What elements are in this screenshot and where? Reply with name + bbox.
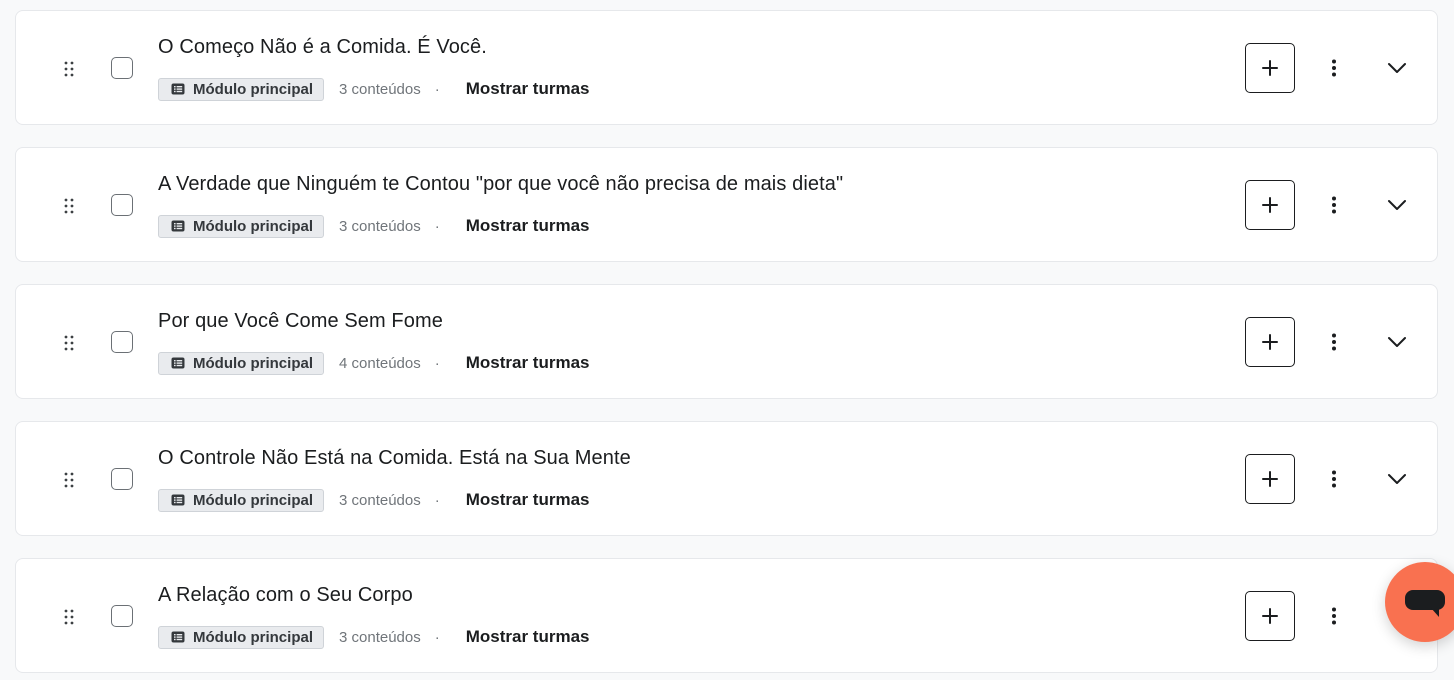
module-title: O Controle Não Está na Comida. Está na S… [158, 447, 631, 469]
module-type-label: Módulo principal [193, 628, 313, 646]
drag-handle-icon[interactable] [62, 608, 76, 626]
module-card-5: A Relação com o Seu Corpo Módulo princip… [15, 558, 1438, 673]
plus-icon [1262, 197, 1278, 213]
module-meta: Módulo principal 3 conteúdos · Mostrar t… [158, 214, 590, 238]
drag-handle-icon[interactable] [62, 60, 76, 78]
content-count: 3 conteúdos [339, 491, 421, 509]
more-options-button[interactable] [1324, 56, 1344, 80]
add-content-button[interactable] [1245, 454, 1295, 504]
plus-icon [1262, 60, 1278, 76]
expand-button[interactable] [1382, 194, 1412, 216]
more-options-button[interactable] [1324, 330, 1344, 354]
show-classes-link[interactable]: Mostrar turmas [466, 490, 590, 510]
module-card-4: O Controle Não Está na Comida. Está na S… [15, 421, 1438, 536]
module-meta: Módulo principal 3 conteúdos · Mostrar t… [158, 488, 590, 512]
separator-dot: · [434, 628, 440, 646]
drag-handle-icon[interactable] [62, 334, 76, 352]
module-type-badge: Módulo principal [158, 214, 324, 238]
chevron-down-icon [1388, 337, 1406, 347]
separator-dot: · [434, 491, 440, 509]
module-card-3: Por que Você Come Sem Fome Módulo princi… [15, 284, 1438, 399]
plus-icon [1262, 608, 1278, 624]
list-icon [171, 220, 185, 232]
module-checkbox[interactable] [111, 605, 133, 627]
content-count: 3 conteúdos [339, 80, 421, 98]
module-title: O Começo Não é a Comida. É Você. [158, 36, 487, 58]
show-classes-link[interactable]: Mostrar turmas [466, 353, 590, 373]
chevron-down-icon [1388, 474, 1406, 484]
separator-dot: · [434, 354, 440, 372]
module-title: A Verdade que Ninguém te Contou "por que… [158, 173, 844, 195]
module-type-label: Módulo principal [193, 491, 313, 509]
expand-button[interactable] [1382, 468, 1412, 490]
separator-dot: · [434, 217, 440, 235]
module-checkbox[interactable] [111, 331, 133, 353]
show-classes-link[interactable]: Mostrar turmas [466, 79, 590, 99]
show-classes-link[interactable]: Mostrar turmas [466, 216, 590, 236]
add-content-button[interactable] [1245, 180, 1295, 230]
module-checkbox[interactable] [111, 194, 133, 216]
expand-button[interactable] [1382, 57, 1412, 79]
content-count: 3 conteúdos [339, 628, 421, 646]
chevron-down-icon [1388, 200, 1406, 210]
module-meta: Módulo principal 3 conteúdos · Mostrar t… [158, 77, 590, 101]
more-vertical-icon [1332, 470, 1336, 488]
chevron-down-icon [1388, 63, 1406, 73]
module-meta: Módulo principal 4 conteúdos · Mostrar t… [158, 351, 590, 375]
drag-handle-icon[interactable] [62, 197, 76, 215]
module-card-1: O Começo Não é a Comida. É Você. Módulo … [15, 10, 1438, 125]
module-type-badge: Módulo principal [158, 351, 324, 375]
module-checkbox[interactable] [111, 468, 133, 490]
show-classes-link[interactable]: Mostrar turmas [466, 627, 590, 647]
more-vertical-icon [1332, 333, 1336, 351]
list-icon [171, 357, 185, 369]
module-meta: Módulo principal 3 conteúdos · Mostrar t… [158, 625, 590, 649]
separator-dot: · [434, 80, 440, 98]
module-type-label: Módulo principal [193, 217, 313, 235]
module-checkbox[interactable] [111, 57, 133, 79]
chat-icon [1405, 590, 1445, 617]
list-icon [171, 631, 185, 643]
expand-button[interactable] [1382, 331, 1412, 353]
add-content-button[interactable] [1245, 43, 1295, 93]
add-content-button[interactable] [1245, 591, 1295, 641]
list-icon [171, 83, 185, 95]
module-type-label: Módulo principal [193, 354, 313, 372]
more-options-button[interactable] [1324, 604, 1344, 628]
module-title: Por que Você Come Sem Fome [158, 310, 443, 332]
more-vertical-icon [1332, 196, 1336, 214]
module-type-badge: Módulo principal [158, 625, 324, 649]
content-count: 3 conteúdos [339, 217, 421, 235]
add-content-button[interactable] [1245, 317, 1295, 367]
module-type-badge: Módulo principal [158, 77, 324, 101]
drag-handle-icon[interactable] [62, 471, 76, 489]
plus-icon [1262, 334, 1278, 350]
module-title: A Relação com o Seu Corpo [158, 584, 413, 606]
module-type-badge: Módulo principal [158, 488, 324, 512]
content-count: 4 conteúdos [339, 354, 421, 372]
module-list: O Começo Não é a Comida. É Você. Módulo … [0, 0, 1454, 680]
more-vertical-icon [1332, 59, 1336, 77]
module-type-label: Módulo principal [193, 80, 313, 98]
module-card-2: A Verdade que Ninguém te Contou "por que… [15, 147, 1438, 262]
list-icon [171, 494, 185, 506]
plus-icon [1262, 471, 1278, 487]
more-options-button[interactable] [1324, 193, 1344, 217]
more-vertical-icon [1332, 607, 1336, 625]
more-options-button[interactable] [1324, 467, 1344, 491]
